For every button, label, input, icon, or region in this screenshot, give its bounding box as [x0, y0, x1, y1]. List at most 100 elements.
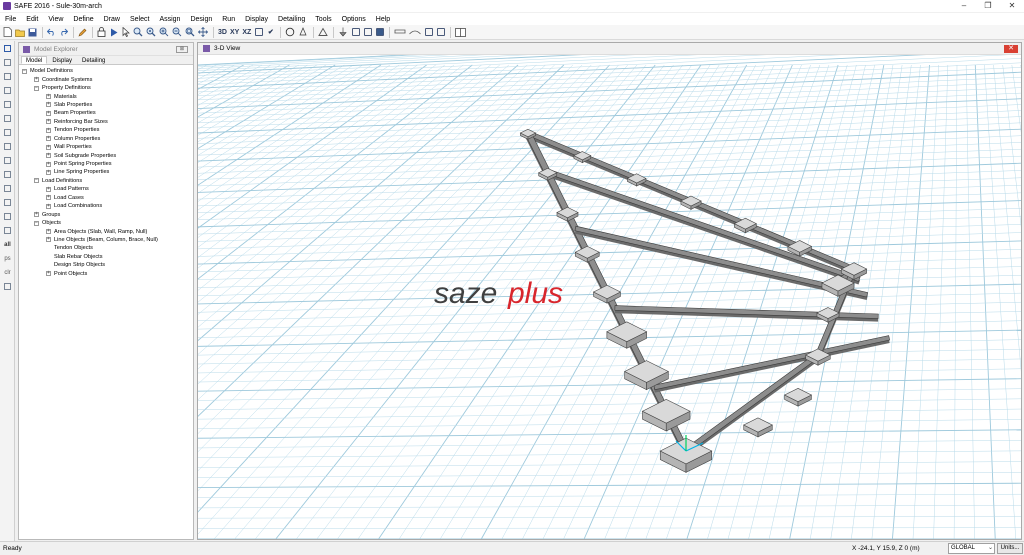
tree-item[interactable]: − Property Definitions [19, 84, 193, 92]
beam-forces-icon[interactable] [393, 26, 407, 39]
expand-icon[interactable]: + [46, 153, 51, 159]
tree-item[interactable]: − Model Definitions [19, 67, 193, 75]
menu-options[interactable]: Options [342, 16, 366, 23]
zoom-all-icon[interactable] [184, 26, 196, 39]
tree-item[interactable]: + Column Properties [19, 135, 193, 143]
expand-icon[interactable]: + [46, 169, 51, 175]
menu-edit[interactable]: Edit [26, 16, 38, 23]
close-window-button[interactable]: ✕ [1000, 0, 1024, 12]
tree-item[interactable]: + Reinforcing Bar Sizes [19, 118, 193, 126]
zoom-window-icon[interactable] [132, 26, 144, 39]
tab-detailing[interactable]: Detailing [77, 56, 110, 64]
tree-item[interactable]: + Load Combinations [19, 202, 193, 210]
expand-icon[interactable]: + [46, 94, 51, 100]
menu-view[interactable]: View [48, 16, 63, 23]
draw-wall-icon[interactable] [1, 112, 14, 125]
pencil-icon[interactable] [77, 26, 88, 39]
pointer-icon[interactable] [1, 42, 14, 55]
clear-selection-icon[interactable]: clr [1, 266, 14, 279]
select-all-icon[interactable]: all [1, 238, 14, 251]
maximize-button[interactable]: ❐ [976, 0, 1000, 12]
draw-beam-icon[interactable] [1, 140, 14, 153]
open-folder-icon[interactable] [14, 26, 26, 39]
redo-icon[interactable] [58, 26, 69, 39]
zoom-in-icon[interactable] [158, 26, 170, 39]
tree-item[interactable]: Tendon Objects [19, 244, 193, 252]
menu-file[interactable]: File [5, 16, 16, 23]
expand-icon[interactable]: + [46, 127, 51, 133]
model-canvas[interactable]: saze plus [198, 55, 1021, 539]
grid-icon[interactable] [423, 26, 434, 39]
tree-item[interactable]: + Beam Properties [19, 109, 193, 117]
menu-draw[interactable]: Draw [104, 16, 120, 23]
plan-view-button[interactable]: XY [229, 26, 240, 39]
collapse-icon[interactable]: − [34, 178, 39, 184]
draw-column-icon[interactable] [1, 154, 14, 167]
tree-item[interactable]: − Objects [19, 219, 193, 227]
collapse-icon[interactable]: − [34, 220, 39, 226]
draw-tendon-icon[interactable] [1, 210, 14, 223]
menu-select[interactable]: Select [130, 16, 149, 23]
check-icon[interactable]: ✔ [265, 26, 276, 39]
deformed-shape-icon[interactable] [317, 26, 329, 39]
tree-item[interactable]: + Groups [19, 210, 193, 218]
expand-icon[interactable]: + [46, 136, 51, 142]
3d-view-button[interactable]: 3D [217, 26, 228, 39]
expand-icon[interactable]: + [46, 144, 51, 150]
expand-icon[interactable]: + [46, 186, 51, 192]
run-icon[interactable] [108, 26, 119, 39]
support-icon[interactable] [337, 26, 349, 39]
strip-forces-icon[interactable] [362, 26, 373, 39]
tree-item[interactable]: + Coordinate Systems [19, 75, 193, 83]
tree-item[interactable]: + Line Spring Properties [19, 168, 193, 176]
lock-icon[interactable] [96, 26, 107, 39]
draw-slab-icon[interactable] [1, 98, 14, 111]
collapse-icon[interactable]: − [22, 68, 27, 74]
tree-item[interactable]: + Materials [19, 92, 193, 100]
expand-icon[interactable]: + [46, 271, 51, 277]
pointer-icon[interactable] [120, 26, 131, 39]
units-button[interactable]: Units... [997, 543, 1023, 554]
elevation-view-button[interactable]: XZ [241, 26, 252, 39]
pan-icon[interactable] [197, 26, 209, 39]
draw-rect-icon[interactable] [1, 84, 14, 97]
reactions-icon[interactable] [374, 26, 385, 39]
expand-icon[interactable]: + [46, 229, 51, 235]
collapse-icon[interactable]: − [34, 85, 39, 91]
tree-item[interactable]: − Load Definitions [19, 177, 193, 185]
expand-icon[interactable]: + [46, 237, 51, 243]
menu-assign[interactable]: Assign [159, 16, 180, 23]
circle-select-icon[interactable] [284, 26, 296, 39]
paint-icon[interactable] [297, 26, 309, 39]
draw-area-icon[interactable] [1, 70, 14, 83]
expand-icon[interactable]: + [46, 102, 51, 108]
tree-item[interactable]: + Tendon Properties [19, 126, 193, 134]
tree-item[interactable]: + Load Cases [19, 194, 193, 202]
tendon-icon[interactable] [408, 26, 422, 39]
zoom-out-icon[interactable] [171, 26, 183, 39]
menu-display[interactable]: Display [245, 16, 268, 23]
draw-brace-icon[interactable] [1, 168, 14, 181]
menu-detailing[interactable]: Detailing [278, 16, 305, 23]
tree-item[interactable]: Design Strip Objects [19, 261, 193, 269]
menu-run[interactable]: Run [222, 16, 235, 23]
menu-define[interactable]: Define [73, 16, 93, 23]
undo-icon[interactable] [46, 26, 57, 39]
tree-item[interactable]: + Point Spring Properties [19, 160, 193, 168]
menu-help[interactable]: Help [376, 16, 390, 23]
menu-design[interactable]: Design [190, 16, 212, 23]
table-icon[interactable] [435, 26, 446, 39]
tree-item[interactable]: + Point Objects [19, 270, 193, 278]
draw-line-icon[interactable] [1, 126, 14, 139]
new-file-icon[interactable] [2, 26, 13, 39]
save-icon[interactable] [27, 26, 38, 39]
tab-display[interactable]: Display [47, 56, 77, 64]
minimize-button[interactable]: – [952, 0, 976, 12]
draw-strip-icon[interactable] [1, 196, 14, 209]
expand-icon[interactable]: + [34, 77, 39, 83]
expand-icon[interactable]: + [34, 212, 39, 218]
expand-icon[interactable]: + [46, 195, 51, 201]
previous-selection-icon[interactable]: ps [1, 252, 14, 265]
tree-item[interactable]: + Soil Subgrade Properties [19, 151, 193, 159]
model-3d-scene[interactable]: saze plus [198, 55, 1021, 539]
